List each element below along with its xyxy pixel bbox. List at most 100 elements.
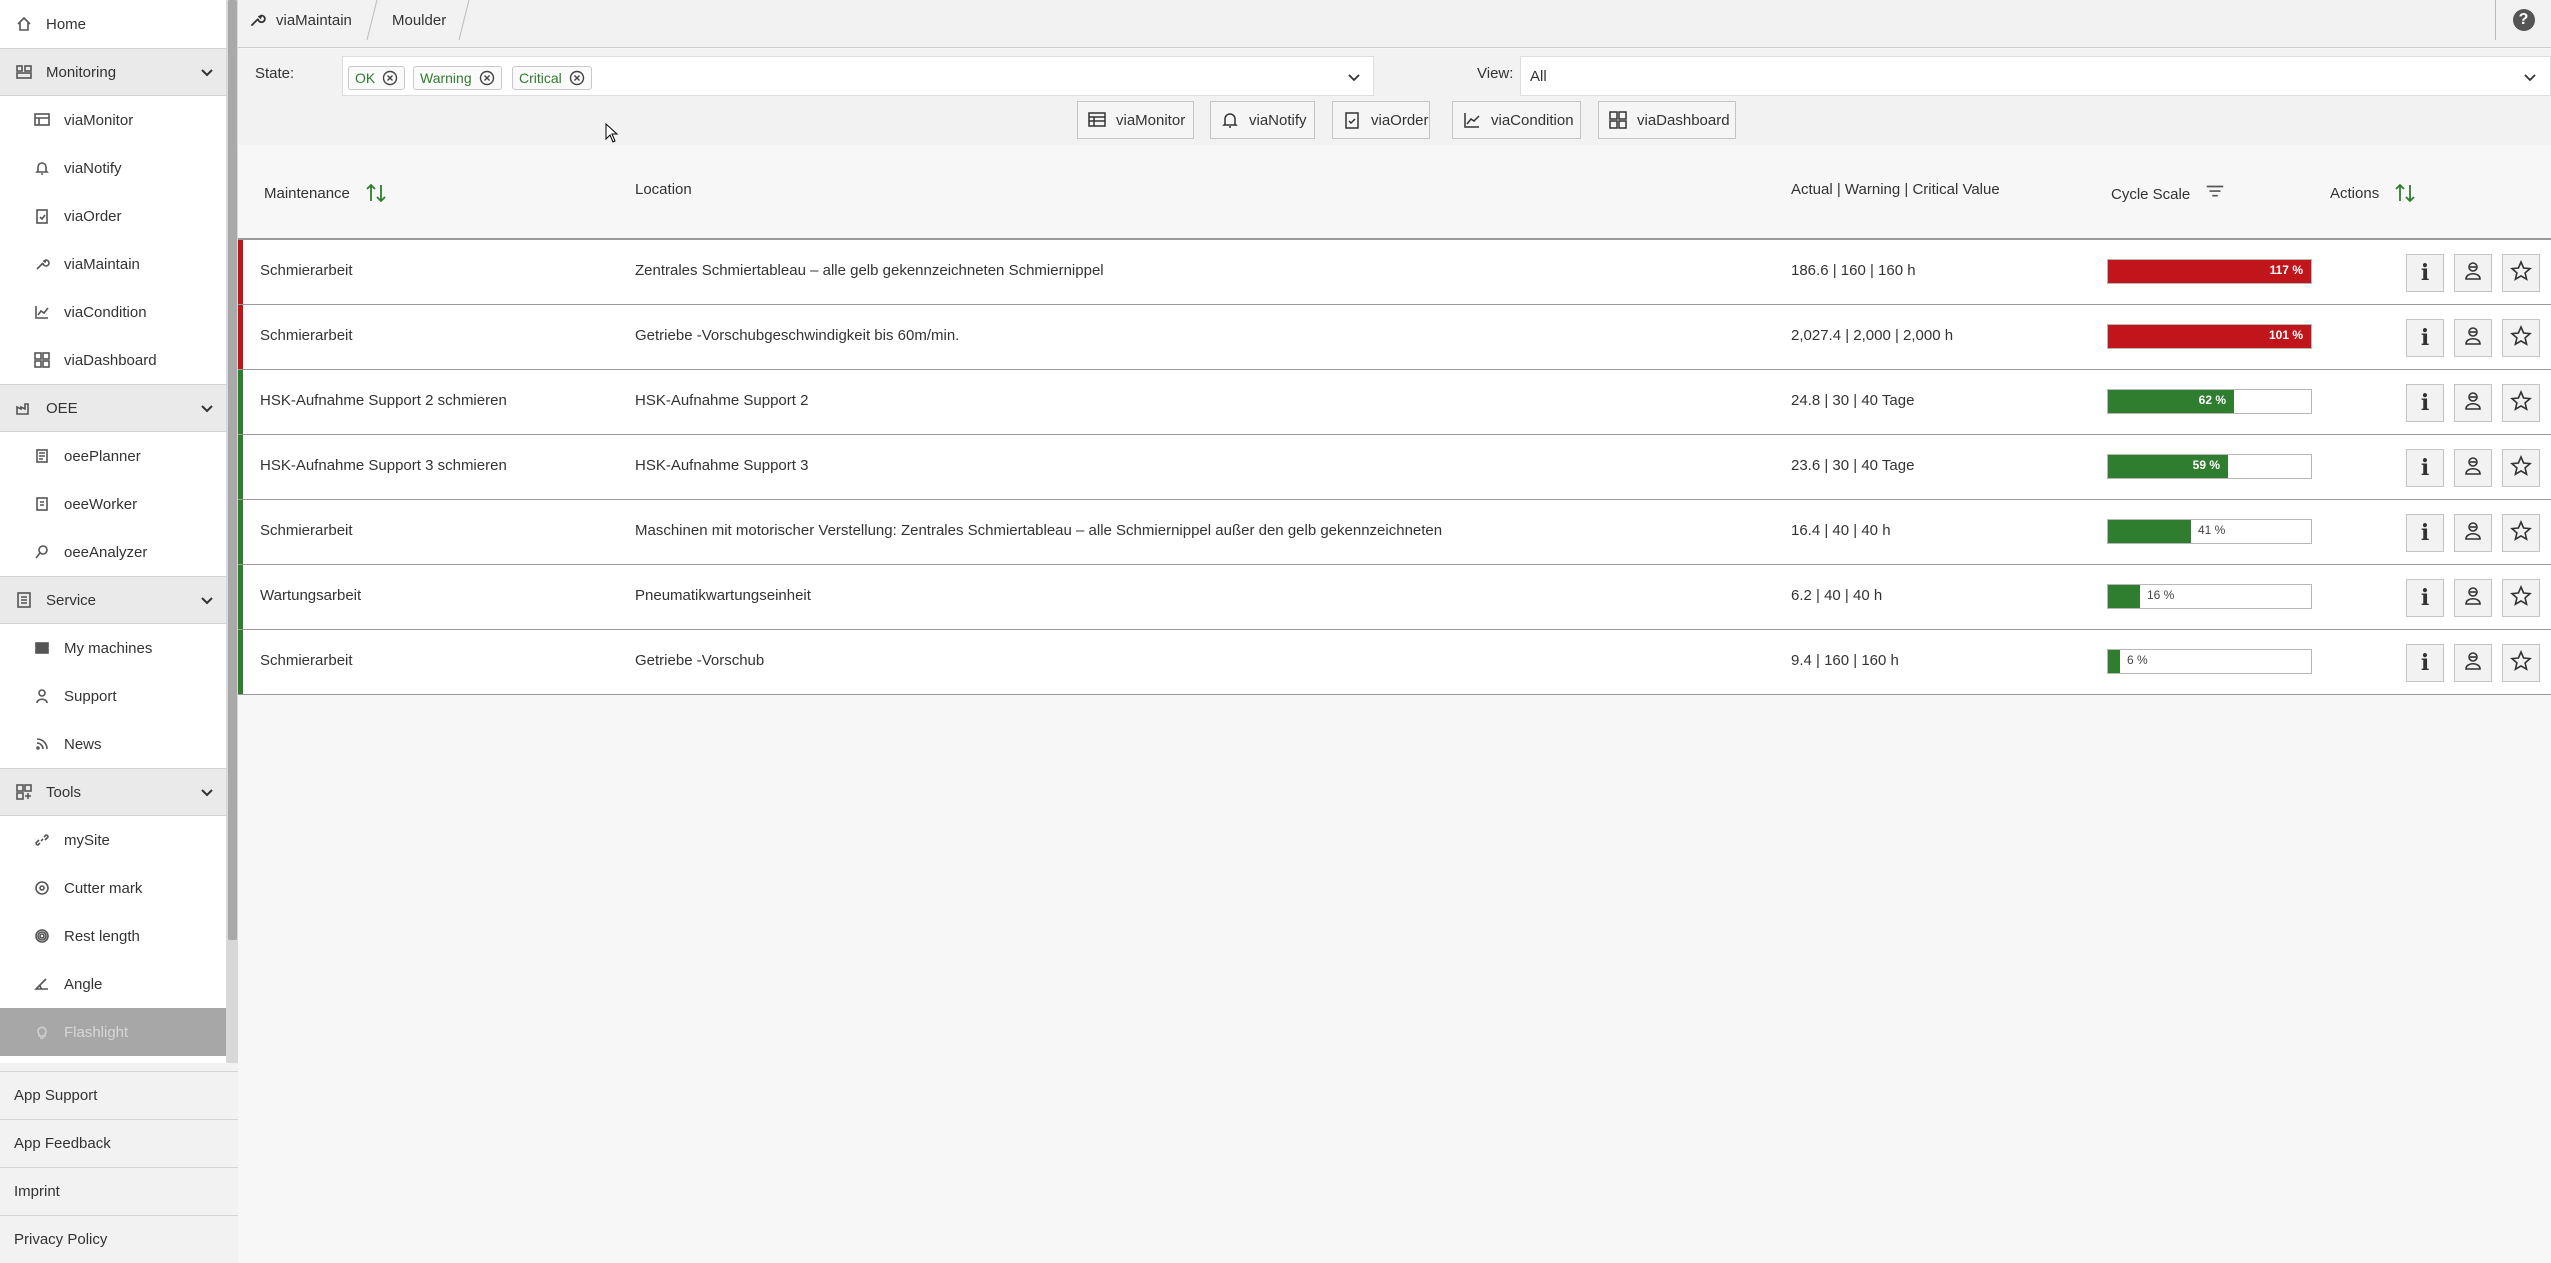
footer-app-support[interactable]: App Support	[0, 1071, 238, 1119]
filter-lines-icon[interactable]	[2190, 181, 2226, 207]
table-row[interactable]: Schmierarbeit Getriebe -Vorschub 9.4 | 1…	[238, 630, 2551, 695]
column-header-label: Location	[635, 181, 692, 198]
close-circle-icon[interactable]	[479, 70, 495, 86]
info-button[interactable]: i	[2406, 449, 2444, 487]
favorite-button[interactable]	[2502, 514, 2540, 552]
nav-group-monitoring[interactable]: Monitoring	[0, 48, 226, 96]
maintenance-cell: HSK-Aufnahme Support 3 schmieren	[260, 457, 507, 474]
info-button[interactable]: i	[2406, 254, 2444, 292]
state-chip-critical[interactable]: Critical	[512, 66, 592, 90]
footer-privacy-policy[interactable]: Privacy Policy	[0, 1215, 238, 1263]
viamonitor-button[interactable]: viaMonitor	[1077, 101, 1194, 139]
vianotify-button[interactable]: viaNotify	[1210, 101, 1315, 139]
info-button[interactable]: i	[2406, 319, 2444, 357]
nav-item-viaorder[interactable]: viaOrder	[0, 192, 226, 240]
assign-person-button[interactable]	[2454, 449, 2492, 487]
star-icon	[2510, 519, 2532, 546]
assign-person-button[interactable]	[2454, 514, 2492, 552]
nav-group-service[interactable]: Service	[0, 576, 226, 624]
table-row[interactable]: Schmierarbeit Maschinen mit motorischer …	[238, 500, 2551, 565]
maintenance-cell: Wartungsarbeit	[260, 587, 362, 604]
nav-item-oeeworker[interactable]: oeeWorker	[0, 480, 226, 528]
nav-item-flashlight[interactable]: Flashlight	[0, 1008, 226, 1056]
nav-group-oee[interactable]: OEE	[0, 384, 226, 432]
info-icon: i	[2420, 260, 2430, 286]
chevron-down-icon[interactable]	[1347, 70, 1361, 84]
nav-home[interactable]: Home	[0, 0, 226, 48]
footer-app-feedback[interactable]: App Feedback	[0, 1119, 238, 1167]
nav-item-news[interactable]: News	[0, 720, 226, 768]
help-button[interactable]: ?	[2495, 0, 2551, 40]
assign-person-button[interactable]	[2454, 254, 2492, 292]
table-row[interactable]: Schmierarbeit Zentrales Schmiertableau –…	[238, 240, 2551, 305]
favorite-button[interactable]	[2502, 384, 2540, 422]
lightbulb-icon	[32, 1022, 52, 1042]
nav-item-my-machines[interactable]: My machines	[0, 624, 226, 672]
table-row[interactable]: Schmierarbeit Getriebe -Vorschubgeschwin…	[238, 305, 2551, 370]
viadashboard-button[interactable]: viaDashboard	[1598, 101, 1736, 139]
viacondition-button[interactable]: viaCondition	[1452, 101, 1581, 139]
footer-label: Imprint	[14, 1183, 60, 1200]
nav-item-oeeplanner[interactable]: oeePlanner	[0, 432, 226, 480]
close-circle-icon[interactable]	[569, 70, 585, 86]
state-chip-warning[interactable]: Warning	[413, 66, 502, 90]
breadcrumb-app[interactable]: viaMaintain	[248, 0, 352, 40]
nav-item-viadashboard[interactable]: viaDashboard	[0, 336, 226, 384]
favorite-button[interactable]	[2502, 579, 2540, 617]
assign-person-button[interactable]	[2454, 644, 2492, 682]
column-header-actions[interactable]: Actions	[2330, 181, 2417, 205]
nav-group-tools[interactable]: Tools	[0, 768, 226, 816]
state-multiselect[interactable]: OK Warning Critical	[342, 56, 1374, 96]
breadcrumb-machine[interactable]: Moulder	[392, 0, 446, 40]
assign-person-button[interactable]	[2454, 319, 2492, 357]
chevron-down-icon	[200, 401, 214, 415]
nav-item-rest-length[interactable]: Rest length	[0, 912, 226, 960]
favorite-button[interactable]	[2502, 449, 2540, 487]
assign-person-button[interactable]	[2454, 384, 2492, 422]
column-header-cycle-scale[interactable]: Cycle Scale	[2111, 181, 2226, 207]
status-stripe	[238, 305, 243, 369]
assign-person-button[interactable]	[2454, 579, 2492, 617]
favorite-button[interactable]	[2502, 254, 2540, 292]
rss-icon	[32, 734, 52, 754]
nav-item-label: Flashlight	[64, 1023, 129, 1041]
info-button[interactable]: i	[2406, 579, 2444, 617]
footer-imprint[interactable]: Imprint	[0, 1167, 238, 1215]
nav-item-cutter-mark[interactable]: Cutter mark	[0, 864, 226, 912]
sidebar: Home Monitoring viaMonitor viaNotify via…	[0, 0, 238, 1263]
sidebar-scroll-thumb[interactable]	[228, 0, 237, 940]
viaorder-button[interactable]: viaOrder	[1332, 101, 1430, 139]
sort-icon[interactable]	[364, 181, 388, 205]
table-row[interactable]: HSK-Aufnahme Support 3 schmieren HSK-Auf…	[238, 435, 2551, 500]
view-select[interactable]: All	[1520, 56, 2551, 96]
favorite-button[interactable]	[2502, 644, 2540, 682]
person-icon	[2462, 585, 2484, 611]
home-icon	[14, 14, 34, 34]
nav-item-label: News	[64, 735, 102, 753]
dashboard-icon	[1609, 110, 1627, 130]
info-button[interactable]: i	[2406, 384, 2444, 422]
info-button[interactable]: i	[2406, 514, 2444, 552]
nav-item-viacondition[interactable]: viaCondition	[0, 288, 226, 336]
cutter-icon	[32, 878, 52, 898]
nav-item-oeeanalyzer[interactable]: oeeAnalyzer	[0, 528, 226, 576]
nav-item-support[interactable]: Support	[0, 672, 226, 720]
nav-item-mysite[interactable]: mySite	[0, 816, 226, 864]
nav-item-angle[interactable]: Angle	[0, 960, 226, 1008]
column-header-maintenance[interactable]: Maintenance	[264, 181, 388, 205]
favorite-button[interactable]	[2502, 319, 2540, 357]
nav-item-viamonitor[interactable]: viaMonitor	[0, 96, 226, 144]
state-chip-ok[interactable]: OK	[348, 66, 406, 90]
nav-item-vianotify[interactable]: viaNotify	[0, 144, 226, 192]
info-button[interactable]: i	[2406, 644, 2444, 682]
viaorder-button-label: viaOrder	[1371, 111, 1429, 129]
worker-icon	[32, 494, 52, 514]
table-row[interactable]: HSK-Aufnahme Support 2 schmieren HSK-Auf…	[238, 370, 2551, 435]
top-bar: viaMaintain Moulder ?	[238, 0, 2551, 48]
viacondition-button-label: viaCondition	[1491, 111, 1574, 129]
table-row[interactable]: Wartungsarbeit Pneumatikwartungseinheit …	[238, 565, 2551, 630]
bell-icon	[1221, 110, 1239, 130]
sort-icon[interactable]	[2393, 181, 2417, 205]
close-circle-icon[interactable]	[382, 70, 398, 86]
nav-item-viamaintain[interactable]: viaMaintain	[0, 240, 226, 288]
